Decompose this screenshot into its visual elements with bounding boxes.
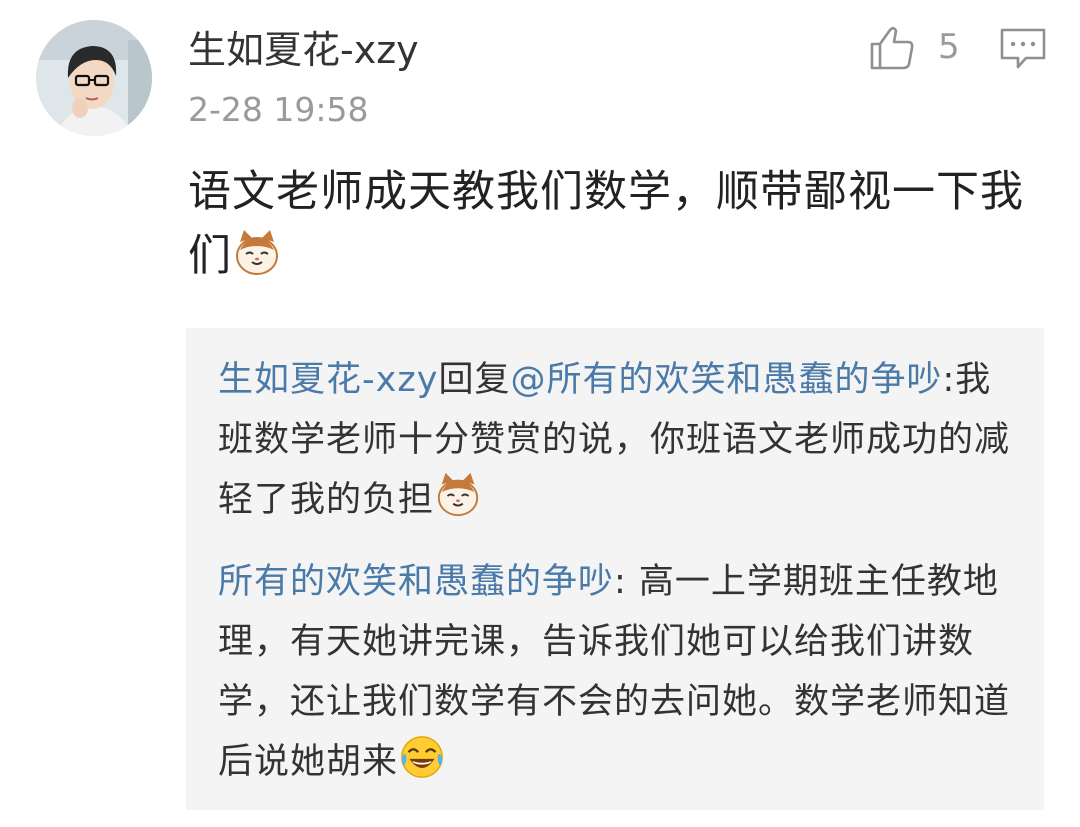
reply-mention-link[interactable]: @所有的欢笑和愚蠢的争吵 (510, 360, 942, 400)
reply-verb: 回复 (438, 360, 511, 400)
username[interactable]: 生如夏花-xzy (188, 24, 419, 76)
cat-face-emoji (434, 471, 482, 519)
reply-item: 生如夏花-xzy回复@所有的欢笑和愚蠢的争吵:我班数学老师十分赞赏的说，你班语文… (218, 350, 1018, 530)
like-count: 5 (938, 27, 960, 67)
reply-item: 所有的欢笑和愚蠢的争吵: 高一上学期班主任教地理，有天她讲完课，告诉我们她可以给… (218, 552, 1018, 792)
reply-thread: 生如夏花-xzy回复@所有的欢笑和愚蠢的争吵:我班数学老师十分赞赏的说，你班语文… (186, 328, 1044, 810)
reply-author-link[interactable]: 所有的欢笑和愚蠢的争吵 (218, 562, 614, 602)
comment-text: 语文老师成天教我们数学，顺带鄙视一下我们 (188, 160, 1054, 288)
tears-of-joy-emoji (398, 733, 446, 781)
reply-author-link[interactable]: 生如夏花-xzy (218, 360, 438, 400)
user-avatar[interactable] (36, 20, 152, 136)
comment-body-text: 语文老师成天教我们数学，顺带鄙视一下我们 (188, 167, 1024, 281)
comment-icon[interactable] (998, 26, 1048, 72)
cat-face-emoji (232, 228, 282, 278)
timestamp: 2-28 19:58 (188, 90, 369, 129)
thumbs-up-icon[interactable] (866, 22, 918, 74)
avatar-image (36, 20, 152, 136)
